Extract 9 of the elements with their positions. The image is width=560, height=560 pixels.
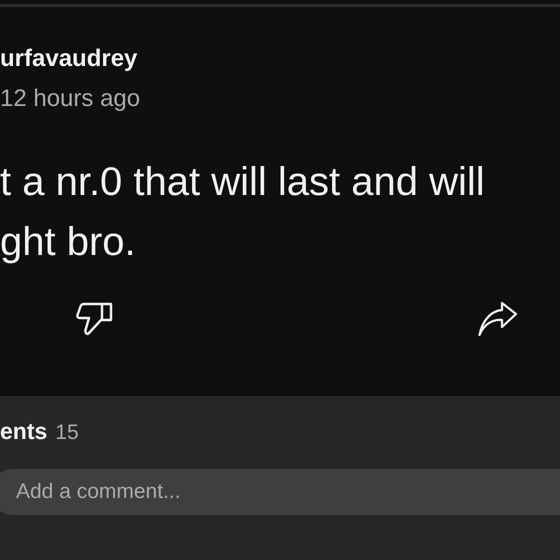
comment-input[interactable]: Add a comment...: [0, 469, 560, 515]
comment-author: urfavaudrey: [0, 44, 138, 74]
comment-time: 12 hours ago: [0, 84, 142, 114]
comment-count: 15: [55, 421, 79, 445]
dislike-icon[interactable]: [76, 302, 114, 336]
comment-text: ght bro.: [0, 219, 137, 266]
comments-heading: ents: [0, 418, 48, 445]
share-icon[interactable]: [478, 302, 518, 336]
comment-text: t a nr.0 that will last and will: [0, 159, 486, 206]
